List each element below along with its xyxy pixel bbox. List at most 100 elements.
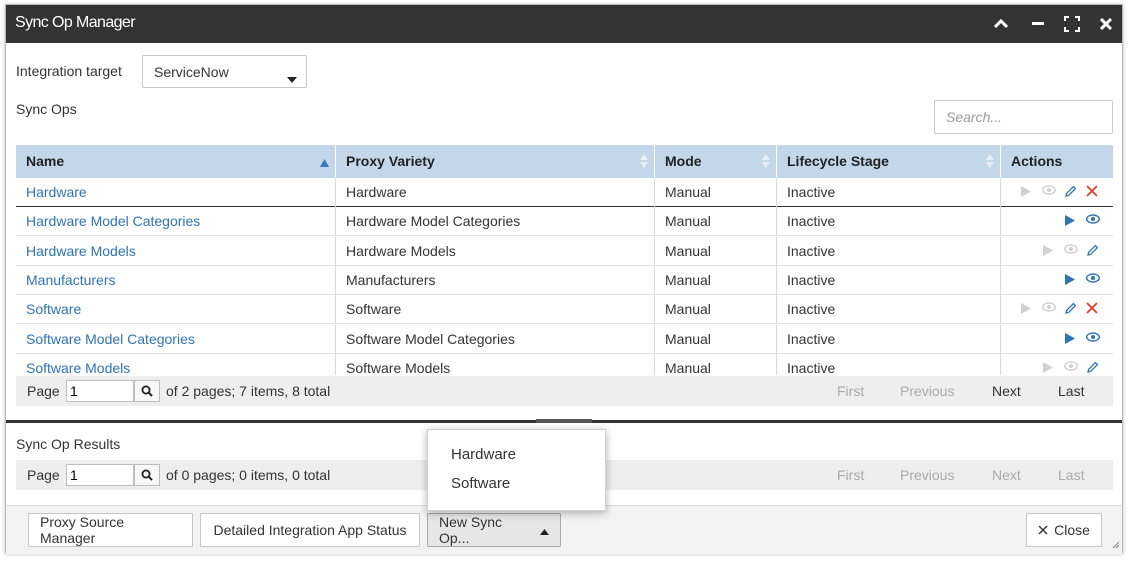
delete-icon[interactable] [1086, 185, 1100, 199]
cell-name[interactable]: Software Models [16, 353, 336, 375]
table-row[interactable]: Software Model Categories Software Model … [16, 324, 1113, 354]
pencil-icon[interactable] [1086, 244, 1100, 258]
cell-mode: Manual [655, 265, 777, 295]
resize-grip-icon[interactable] [1112, 536, 1120, 552]
cell-mode: Manual [655, 207, 777, 237]
proxy-source-manager-button[interactable]: Proxy Source Manager [28, 513, 193, 547]
detailed-integration-app-status-label: Detailed Integration App Status [213, 522, 407, 538]
column-header-mode[interactable]: Mode [655, 145, 777, 178]
menu-item-software[interactable]: Software [451, 475, 510, 492]
menu-item-hardware[interactable]: Hardware [451, 446, 516, 463]
close-label: Close [1054, 522, 1090, 538]
table-row[interactable]: Software Software Manual Inactive [16, 295, 1113, 325]
sort-icon [640, 154, 648, 171]
detailed-integration-app-status-button[interactable]: Detailed Integration App Status [200, 513, 420, 547]
maximize-icon[interactable] [1060, 12, 1084, 36]
cell-name[interactable]: Hardware Models [16, 236, 336, 266]
cell-actions [1001, 237, 1113, 266]
column-header-actions-label: Actions [1011, 153, 1063, 169]
page-label: Page [27, 383, 60, 399]
cell-actions [1001, 178, 1113, 207]
eye-icon [1064, 243, 1078, 258]
chevron-up-icon[interactable] [989, 12, 1013, 36]
cell-name[interactable]: Hardware Model Categories [16, 207, 336, 237]
cell-name[interactable]: Manufacturers [16, 265, 336, 295]
grid-header: Name Proxy Variety Mode Lifecycle Stage [16, 145, 1113, 178]
search-icon[interactable] [134, 380, 160, 402]
cell-name[interactable]: Software Model Categories [16, 324, 336, 354]
sync-ops-label: Sync Ops [16, 101, 77, 117]
play-icon[interactable] [1064, 273, 1078, 287]
table-row[interactable]: Manufacturers Manufacturers Manual Inactive [16, 265, 1113, 295]
column-header-proxy-variety[interactable]: Proxy Variety [336, 145, 655, 178]
pencil-icon[interactable] [1086, 361, 1100, 375]
title-bar[interactable]: Sync Op Manager [6, 5, 1122, 43]
eye-icon[interactable] [1086, 214, 1100, 228]
cell-actions [1001, 325, 1113, 354]
splitter-handle[interactable] [536, 419, 592, 423]
close-button[interactable]: Close [1026, 513, 1102, 547]
search-icon[interactable] [134, 464, 160, 486]
table-row[interactable]: Software Models Software Models Manual Inac… [16, 353, 1113, 375]
proxy-source-manager-label: Proxy Source Manager [40, 514, 125, 546]
column-header-name-label: Name [26, 153, 65, 169]
play-icon [1042, 244, 1056, 258]
table-row[interactable]: Hardware Models Hardware Models Manual Inac… [16, 236, 1113, 266]
window-title: Sync Op Manager [15, 14, 136, 31]
pager-last[interactable]: Last [1058, 467, 1084, 483]
cell-proxy-variety: Hardware [336, 178, 655, 207]
cell-lifecycle-stage: Inactive [777, 265, 1001, 295]
pager-first[interactable]: First [837, 383, 864, 399]
close-x-icon [1038, 522, 1048, 538]
cell-proxy-variety: Software [336, 295, 655, 325]
table-row[interactable]: Hardware Hardware Manual Inactive [16, 178, 1113, 207]
table-row[interactable]: Hardware Model Categories Hardware Model … [16, 207, 1113, 237]
column-header-lifecycle-stage-label: Lifecycle Stage [787, 153, 889, 169]
sync-ops-grid: Name Proxy Variety Mode Lifecycle Stage [16, 145, 1113, 375]
integration-target-label: Integration target [16, 63, 122, 79]
pager-first[interactable]: First [837, 467, 864, 483]
sync-op-manager-dialog: Sync Op Manager Integration target Servi… [5, 4, 1123, 554]
minimize-icon[interactable] [1026, 12, 1050, 36]
eye-icon[interactable] [1086, 331, 1100, 346]
pager-last[interactable]: Last [1058, 383, 1084, 399]
column-header-lifecycle-stage[interactable]: Lifecycle Stage [777, 145, 1001, 178]
search-input[interactable] [934, 100, 1113, 134]
cell-mode: Manual [655, 353, 777, 375]
new-sync-op-button[interactable]: New Sync Op... [427, 513, 561, 547]
cell-proxy-variety: Hardware Models [336, 236, 655, 266]
column-header-proxy-variety-label: Proxy Variety [346, 153, 435, 169]
play-icon[interactable] [1064, 214, 1078, 228]
cell-name[interactable]: Software [16, 295, 336, 325]
cell-lifecycle-stage: Inactive [777, 353, 1001, 375]
pencil-icon[interactable] [1064, 185, 1078, 199]
integration-target-select[interactable]: ServiceNow [142, 55, 307, 88]
close-icon[interactable] [1094, 12, 1118, 36]
cell-name[interactable]: Hardware [16, 178, 336, 207]
sync-op-results-label: Sync Op Results [16, 436, 121, 452]
eye-icon [1064, 361, 1078, 375]
pager-next[interactable]: Next [992, 383, 1021, 399]
play-icon[interactable] [1064, 332, 1078, 346]
cell-actions [1001, 207, 1113, 236]
cell-lifecycle-stage: Inactive [777, 236, 1001, 266]
page-number-input[interactable] [66, 380, 134, 402]
sort-icon [762, 154, 770, 171]
column-header-actions: Actions [1001, 145, 1113, 178]
pager-previous[interactable]: Previous [900, 383, 954, 399]
integration-target-value: ServiceNow [154, 64, 229, 80]
pager-next[interactable]: Next [992, 467, 1021, 483]
pager-previous[interactable]: Previous [900, 467, 954, 483]
eye-icon [1042, 302, 1056, 316]
cell-proxy-variety: Manufacturers [336, 265, 655, 295]
page-number-input[interactable] [66, 464, 134, 486]
sort-ascending-icon [320, 154, 329, 170]
eye-icon[interactable] [1086, 273, 1100, 287]
cell-proxy-variety: Software Model Categories [336, 324, 655, 354]
cell-lifecycle-stage: Inactive [777, 178, 1001, 207]
delete-icon[interactable] [1086, 302, 1100, 316]
pencil-icon[interactable] [1064, 302, 1078, 316]
cell-mode: Manual [655, 295, 777, 325]
cell-proxy-variety: Software Models [336, 353, 655, 375]
column-header-name[interactable]: Name [16, 145, 336, 178]
